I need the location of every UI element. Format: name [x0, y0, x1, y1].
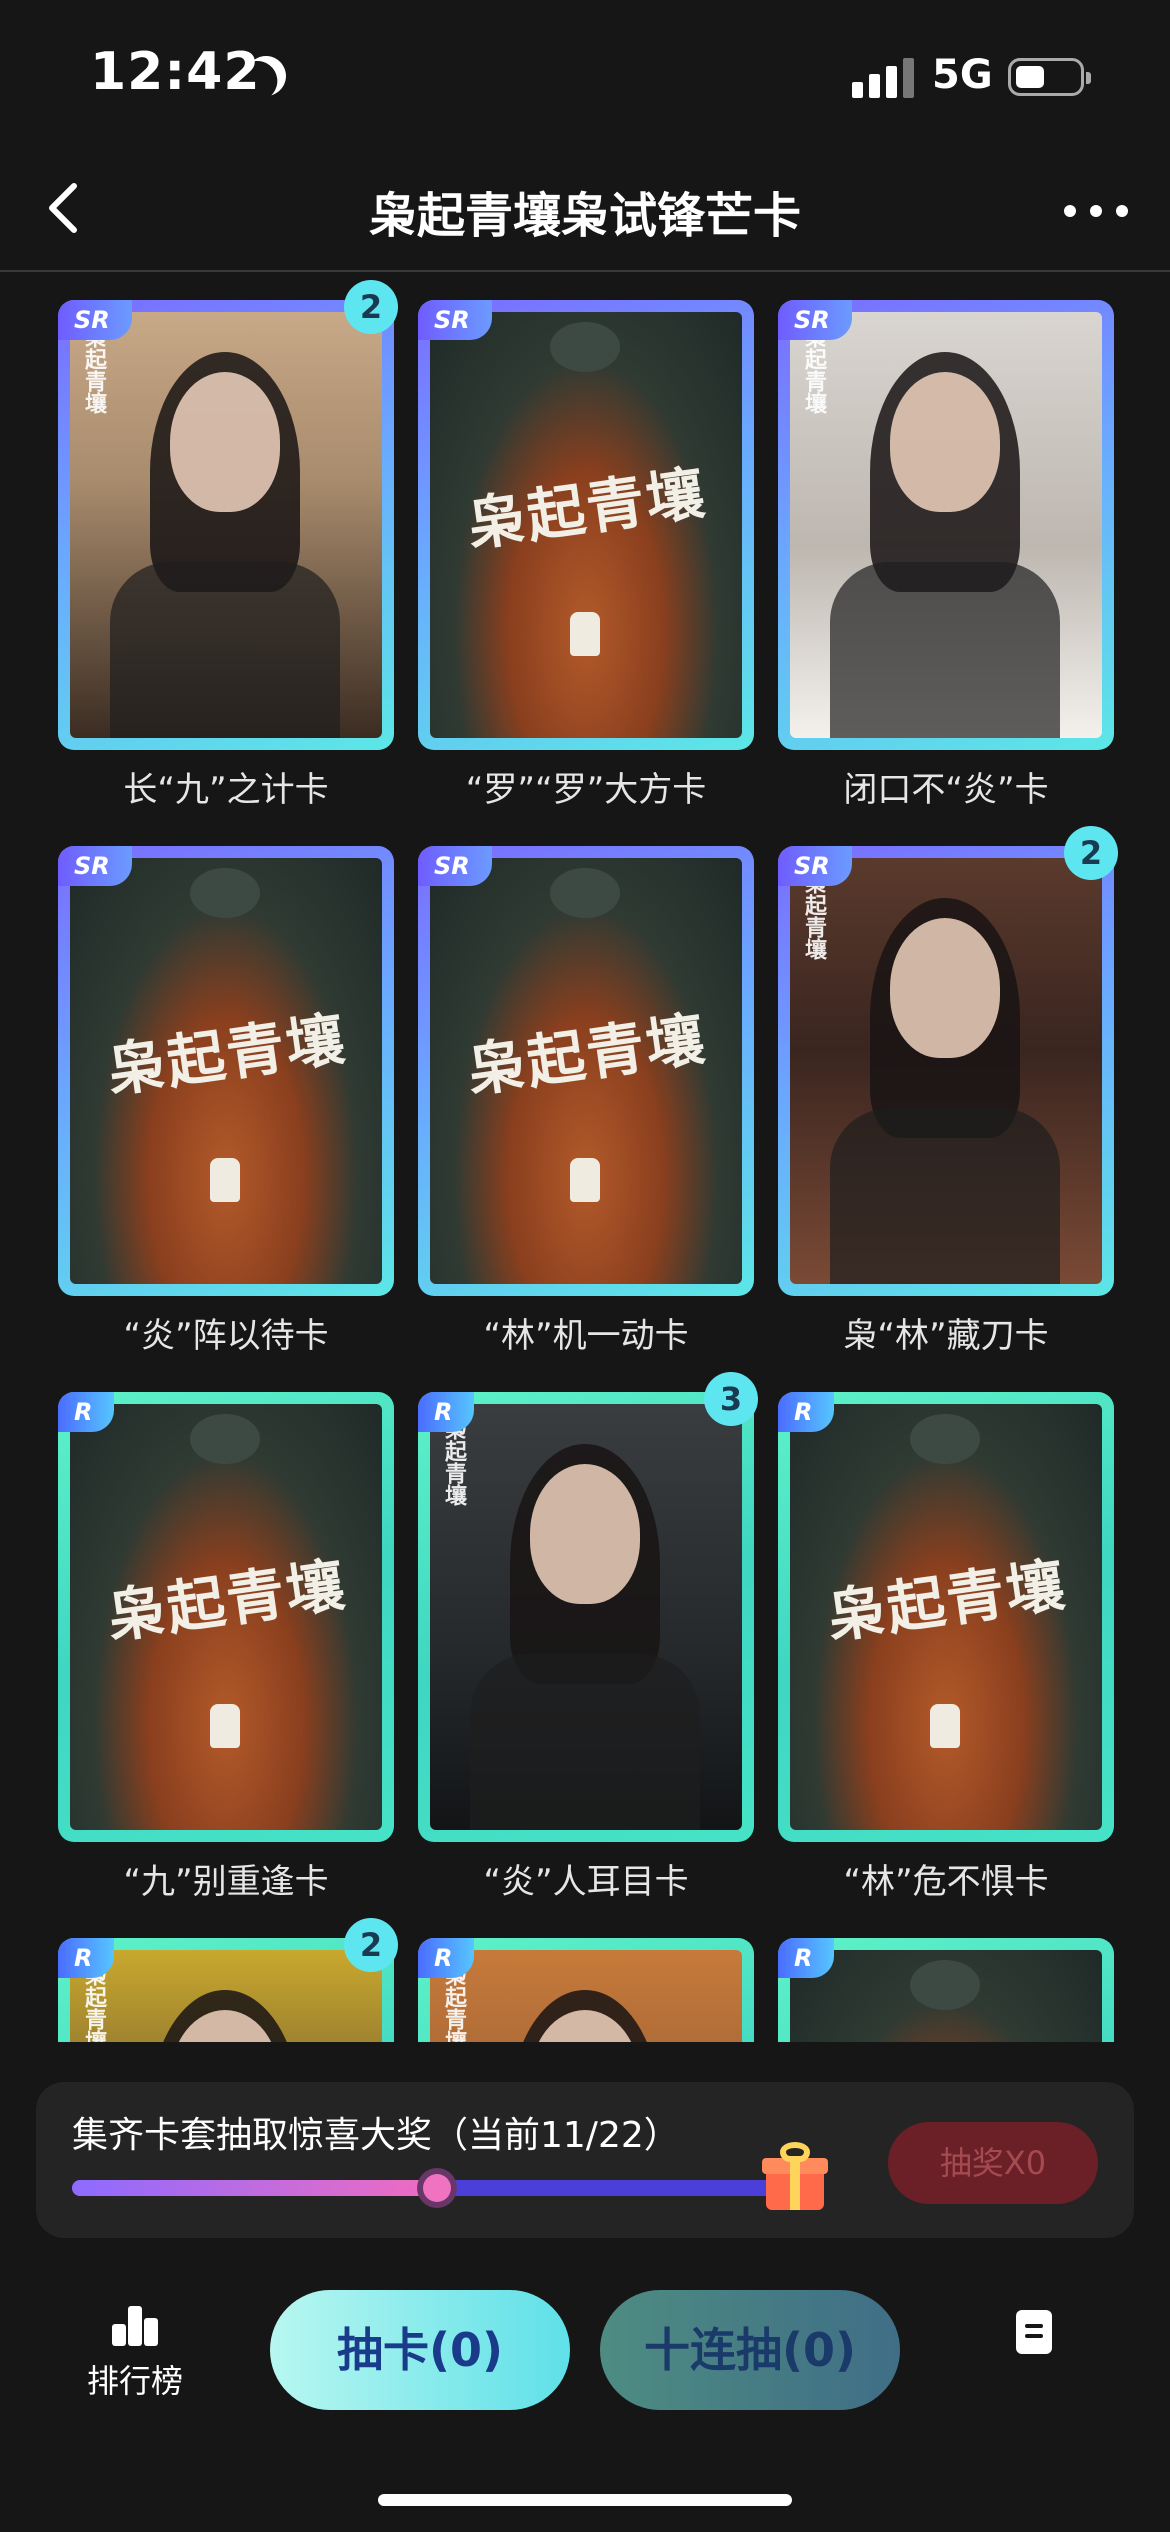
- leaderboard-button[interactable]: 排行榜: [70, 2306, 200, 2426]
- card-name: “林”危不惧卡: [843, 1862, 1049, 1902]
- rarity-badge: SR: [58, 846, 132, 886]
- card-image[interactable]: 枭起青壤: [58, 846, 394, 1296]
- card-item[interactable]: 枭起青壤R: [418, 1910, 758, 2042]
- card-image[interactable]: 枭起青壤: [58, 1392, 394, 1842]
- card-item[interactable]: 枭起青壤 SR 2 枭“林”藏刀卡: [778, 818, 1118, 1356]
- card-item[interactable]: 枭起青壤 SR “林”机一动卡: [418, 818, 758, 1356]
- poster-logo: 枭起青壤: [103, 1004, 351, 1106]
- card-item[interactable]: 枭起青壤 SR “罗”“罗”大方卡: [418, 272, 758, 810]
- card-item[interactable]: 枭起青壤 R 2: [58, 1910, 398, 2042]
- progress-knob: [417, 2168, 457, 2208]
- rarity-badge: R: [58, 1938, 115, 1978]
- card-name: “炎”人耳目卡: [483, 1862, 689, 1902]
- card-portrait-art: 枭起青壤: [70, 312, 382, 738]
- card-item[interactable]: 枭起青壤R: [778, 1910, 1118, 2042]
- card-item[interactable]: 枭起青壤 R 3 “炎”人耳目卡: [418, 1364, 758, 1902]
- card-name: 枭“林”藏刀卡: [843, 1316, 1049, 1356]
- poster-logo: 枭起青壤: [463, 458, 711, 560]
- card-name: 闭口不“炎”卡: [843, 770, 1049, 810]
- rarity-badge: R: [418, 1392, 475, 1432]
- battery-icon: [1008, 58, 1091, 96]
- rarity-badge: SR: [778, 300, 852, 340]
- card-name: “罗”“罗”大方卡: [465, 770, 707, 810]
- card-poster-art: 枭起青壤: [430, 858, 742, 1284]
- poster-logo: 枭起青壤: [463, 1004, 711, 1106]
- more-icon[interactable]: [1060, 190, 1132, 230]
- card-image[interactable]: 枭起青壤: [58, 300, 394, 750]
- card-poster-art: 枭起青壤: [70, 858, 382, 1284]
- card-portrait-art: 枭起青壤: [790, 858, 1102, 1284]
- status-time: 12:42: [90, 42, 261, 102]
- signal-icon: [852, 58, 916, 98]
- card-count-badge: 3: [704, 1372, 758, 1426]
- page-title: 枭起青壤枭试锋芒卡: [368, 188, 801, 244]
- card-portrait-art: 枭起青壤: [430, 1404, 742, 1830]
- card-image[interactable]: 枭起青壤: [778, 846, 1114, 1296]
- card-grid: 枭起青壤 SR 2 长“九”之计卡 枭起青壤 SR “罗”“罗”大方卡 枭起青壤 SR 闭口不“炎…: [0, 272, 1170, 2042]
- draw-prize-button[interactable]: 抽奖X0: [888, 2122, 1098, 2204]
- poster-logo: 枭起青壤: [823, 1550, 1071, 1652]
- rarity-badge: SR: [778, 846, 852, 886]
- rarity-badge: SR: [58, 300, 132, 340]
- rarity-badge: SR: [418, 300, 492, 340]
- card-item[interactable]: 枭起青壤 R “林”危不惧卡: [778, 1364, 1118, 1902]
- card-poster-art: 枭起青壤: [790, 1950, 1102, 2042]
- card-count-badge: 2: [344, 1918, 398, 1972]
- card-image[interactable]: 枭起青壤: [418, 846, 754, 1296]
- card-image[interactable]: 枭起青壤: [778, 300, 1114, 750]
- card-count-badge: 2: [1064, 826, 1118, 880]
- leaderboard-icon: [110, 2306, 160, 2346]
- card-poster-art: 枭起青壤: [430, 312, 742, 738]
- card-image[interactable]: 枭起青壤: [418, 1392, 754, 1842]
- card-portrait-art: 枭起青壤: [790, 312, 1102, 738]
- card-portrait-art: 枭起青壤: [70, 1950, 382, 2042]
- poster-logo: 枭起青壤: [103, 1550, 351, 1652]
- card-image[interactable]: 枭起青壤: [418, 300, 754, 750]
- card-image[interactable]: 枭起青壤: [778, 1392, 1114, 1842]
- card-name: 长“九”之计卡: [123, 770, 329, 810]
- progress-panel: 集齐卡套抽取惊喜大奖（当前11/22） 抽奖X0: [36, 2082, 1134, 2238]
- progress-fill: [72, 2180, 437, 2196]
- card-item[interactable]: 枭起青壤 R “九”别重逢卡: [58, 1364, 398, 1902]
- ten-draw-button[interactable]: 十连抽(0): [600, 2290, 900, 2410]
- rarity-badge: SR: [418, 846, 492, 886]
- card-item[interactable]: 枭起青壤 SR 2 长“九”之计卡: [58, 272, 398, 810]
- rarity-badge: R: [418, 1938, 475, 1978]
- bottom-bar: 排行榜 抽卡(0) 十连抽(0): [0, 2270, 1170, 2532]
- gift-icon: [762, 2142, 828, 2212]
- card-count-badge: 2: [344, 280, 398, 334]
- card-item[interactable]: 枭起青壤 SR “炎”阵以待卡: [58, 818, 398, 1356]
- card-item[interactable]: 枭起青壤 SR 闭口不“炎”卡: [778, 272, 1118, 810]
- progress-label: 集齐卡套抽取惊喜大奖（当前11/22）: [72, 2115, 680, 2156]
- card-name: “炎”阵以待卡: [123, 1316, 329, 1356]
- network-label: 5G: [932, 52, 993, 98]
- card-portrait-art: 枭起青壤: [430, 1950, 742, 2042]
- status-bar: 12:42 5G: [0, 0, 1170, 150]
- card-name: “九”别重逢卡: [123, 1862, 329, 1902]
- card-poster-art: 枭起青壤: [70, 1404, 382, 1830]
- nav-bar: 枭起青壤枭试锋芒卡: [0, 150, 1170, 272]
- progress-bar: [72, 2168, 802, 2208]
- home-indicator: [378, 2494, 792, 2506]
- rarity-badge: R: [778, 1392, 835, 1432]
- rarity-badge: R: [778, 1938, 835, 1978]
- card-poster-art: 枭起青壤: [790, 1404, 1102, 1830]
- leaderboard-label: 排行榜: [86, 2362, 183, 2400]
- rarity-badge: R: [58, 1392, 115, 1432]
- rules-icon[interactable]: [1016, 2310, 1052, 2354]
- card-name: “林”机一动卡: [483, 1316, 689, 1356]
- draw-card-button[interactable]: 抽卡(0): [270, 2290, 570, 2410]
